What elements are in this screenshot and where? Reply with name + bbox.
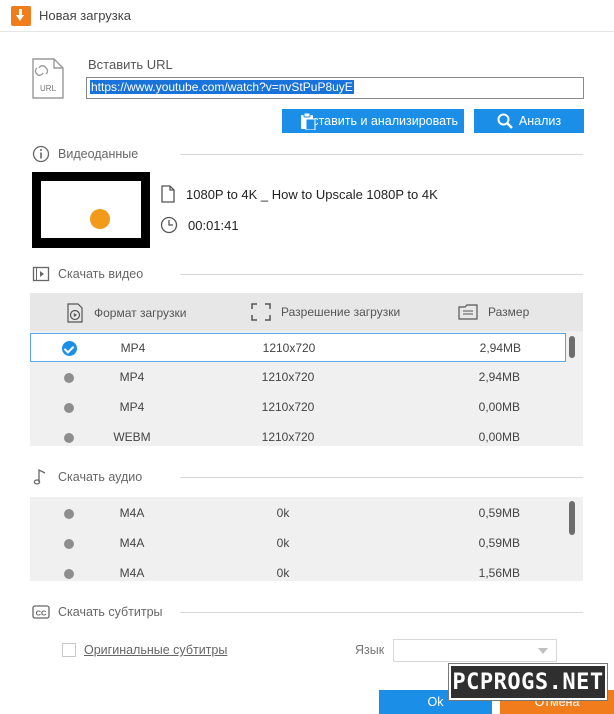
row-resolution: 1210x720 [261, 400, 315, 414]
video-title: 1080P to 4K _ How to Upscale 1080P to 4K [186, 186, 438, 202]
divider [180, 154, 583, 155]
analyze-button-label: Анализ [518, 114, 562, 128]
column-header-format-label: Формат загрузки [94, 306, 187, 320]
row-bitrate: 0k [276, 536, 290, 550]
table-row[interactable]: M4A 0k 1,56MB [30, 559, 566, 581]
divider [180, 612, 583, 613]
row-format: M4A [119, 536, 145, 550]
original-subtitles-label[interactable]: Оригинальные субтитры [84, 643, 227, 657]
table-row[interactable]: MP4 1210x720 2,94MB [30, 333, 566, 362]
row-format: MP4 [119, 400, 145, 414]
video-film-icon [32, 266, 50, 282]
table-header: Формат загрузки Разрешение загрузки Разм… [30, 293, 583, 331]
clipboard-icon [301, 112, 316, 130]
divider [180, 477, 583, 478]
radio-dot-icon[interactable] [64, 373, 74, 383]
video-title-row: 1080P to 4K _ How to Upscale 1080P to 4K [160, 185, 438, 203]
row-format: MP4 [120, 341, 146, 355]
row-resolution: 1210x720 [261, 430, 315, 444]
row-size: 0,59MB [478, 506, 520, 520]
video-thumbnail [32, 172, 150, 248]
download-subtitles-title: Скачать субтитры [58, 605, 163, 619]
download-video-title: Скачать видео [58, 267, 144, 281]
table-row[interactable]: M4A 0k 0,59MB [30, 529, 566, 558]
column-header-resolution-label: Разрешение загрузки [281, 305, 401, 319]
row-bitrate: 0k [276, 506, 290, 520]
download-audio-title: Скачать аудио [58, 470, 143, 484]
download-app-icon [11, 5, 31, 26]
download-subtitles-header: CC Скачать субтитры [32, 602, 163, 622]
table-row[interactable]: M4A 0k 0,59MB [30, 499, 566, 528]
row-resolution: 1210x720 [262, 341, 316, 355]
row-size: 2,94MB [478, 370, 520, 384]
divider [180, 274, 583, 275]
download-video-header: Скачать видео [32, 264, 143, 284]
row-resolution: 1210x720 [261, 370, 315, 384]
download-audio-header: Скачать аудио [32, 467, 142, 487]
column-header-size: Размер [458, 303, 529, 321]
radio-dot-icon[interactable] [64, 569, 74, 579]
resize-icon [251, 303, 271, 321]
play-file-icon [67, 303, 83, 323]
column-header-size-label: Размер [488, 305, 530, 319]
row-size: 0,00MB [478, 400, 520, 414]
table-row[interactable]: MP4 1210x720 0,00MB [30, 393, 566, 422]
row-size: 1,56MB [478, 566, 520, 580]
url-label: Вставить URL [88, 57, 173, 72]
analyze-button[interactable]: Анализ [474, 109, 584, 133]
audio-table-scrollbar[interactable] [569, 501, 575, 535]
title-bar: Новая загрузка [0, 0, 614, 32]
info-icon [32, 145, 50, 163]
url-input-value: https://www.youtube.com/watch?v=nvStPuP8… [90, 80, 354, 94]
watermark: PCPROGS.NET [448, 663, 608, 701]
video-data-header: Видеоданные [32, 144, 138, 164]
video-formats-table: Формат загрузки Разрешение загрузки Разм… [30, 293, 583, 446]
column-header-resolution: Разрешение загрузки [251, 303, 400, 321]
table-row[interactable]: WEBM 1210x720 0,00MB [30, 423, 566, 446]
video-duration-row: 00:01:41 [160, 216, 239, 234]
radio-dot-icon[interactable] [64, 509, 74, 519]
original-subtitles-checkbox[interactable] [62, 643, 76, 657]
search-icon [497, 113, 513, 129]
row-size: 0,00MB [478, 430, 520, 444]
folder-file-icon [458, 304, 478, 320]
radio-dot-icon[interactable] [64, 403, 74, 413]
row-bitrate: 0k [276, 566, 290, 580]
url-input[interactable]: https://www.youtube.com/watch?v=nvStPuP8… [86, 77, 584, 99]
video-data-title: Видеоданные [58, 147, 139, 161]
row-size: 0,59MB [478, 536, 520, 550]
paste-button-label: Вставить и анализировать [303, 114, 459, 128]
row-size: 2,94MB [479, 341, 521, 355]
video-duration: 00:01:41 [188, 217, 239, 233]
music-note-icon [33, 468, 46, 485]
row-format: WEBM [113, 430, 151, 444]
table-row[interactable]: MP4 1210x720 2,94MB [30, 363, 566, 392]
language-label: Язык [355, 643, 385, 657]
url-file-icon: URL [32, 58, 64, 99]
row-format: M4A [119, 566, 145, 580]
closed-captions-icon: CC [32, 605, 50, 619]
selected-check-icon[interactable] [62, 341, 77, 356]
window-title: Новая загрузка [39, 8, 131, 23]
svg-text:URL: URL [40, 84, 57, 93]
clock-icon [160, 216, 178, 234]
row-format: MP4 [119, 370, 145, 384]
radio-dot-icon[interactable] [64, 539, 74, 549]
audio-formats-table: M4A 0k 0,59MB M4A 0k 0,59MB M4A 0k 1,56M… [30, 497, 583, 581]
video-table-scrollbar[interactable] [569, 336, 575, 358]
radio-dot-icon[interactable] [64, 433, 74, 443]
row-format: M4A [119, 506, 145, 520]
svg-text:CC: CC [36, 609, 47, 618]
thumbnail-logo-icon [90, 209, 110, 229]
language-select[interactable] [393, 639, 557, 662]
document-icon [161, 185, 175, 203]
paste-and-analyze-button[interactable]: Вставить и анализировать [282, 109, 464, 133]
column-header-format: Формат загрузки [66, 303, 187, 323]
